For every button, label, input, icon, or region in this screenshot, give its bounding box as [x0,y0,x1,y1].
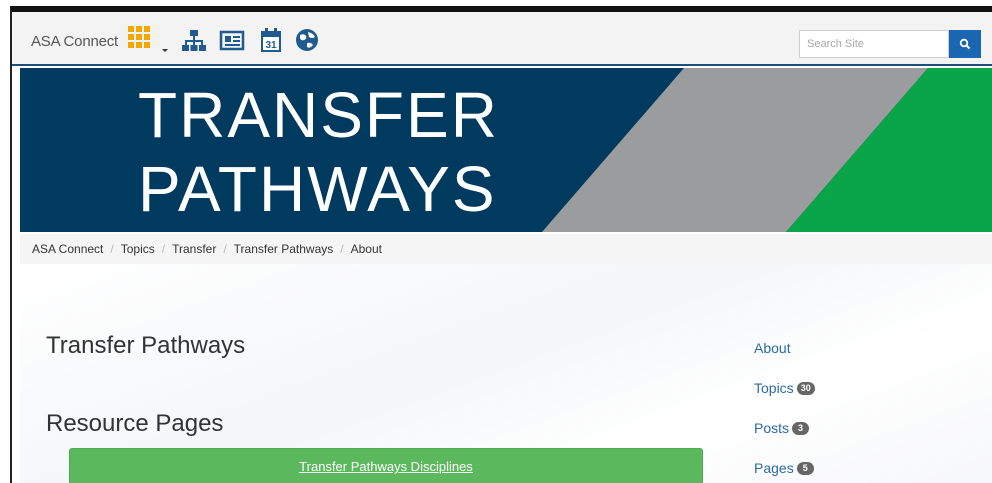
breadcrumb-item-about: About [350,242,382,256]
search-form [799,30,981,58]
transfer-pathways-disciplines-button[interactable]: Transfer Pathways Disciplines [69,448,703,483]
side-nav-item-topics[interactable]: Topics 30 [754,368,954,408]
banner-title-line1: TRANSFER [138,79,499,151]
top-navbar: ASA Connect 31 Search Site [12,12,992,66]
side-nav-label: Posts [754,420,790,436]
svg-text:31: 31 [265,40,277,51]
breadcrumb-item-transfer[interactable]: Transfer [172,242,216,256]
page-title: Transfer Pathways [46,332,246,359]
chevron-down-icon[interactable] [162,49,168,52]
banner-title-line2: PATHWAYS [138,153,497,225]
globe-icon[interactable] [294,26,320,54]
main-content: Transfer Pathways Resource Pages Transfe… [20,264,992,483]
side-nav-label: Topics [754,380,794,396]
apps-grid-icon[interactable] [128,26,160,54]
brand-link[interactable]: ASA Connect [31,33,118,50]
breadcrumb-separator: / [340,242,344,256]
search-icon [959,38,971,50]
section-title-resource-pages: Resource Pages [46,410,224,437]
breadcrumb-item-asa-connect[interactable]: ASA Connect [32,242,103,256]
browser-frame: ASA Connect 31 Search Site TRANSFER PATH… [10,6,992,483]
search-button[interactable] [949,30,981,58]
breadcrumb-item-transfer-pathways[interactable]: Transfer Pathways [234,242,334,256]
side-nav-label: About [754,340,791,356]
breadcrumb-separator: / [223,242,227,256]
calendar-icon[interactable]: 31 [260,26,282,54]
count-badge: 3 [792,421,810,435]
breadcrumb-separator: / [110,242,114,256]
breadcrumb: ASA Connect / Topics / Transfer / Transfer Pat… [20,234,992,264]
count-badge: 30 [796,381,815,395]
side-nav-item-posts[interactable]: Posts 3 [754,408,954,448]
count-badge: 5 [796,461,814,475]
side-nav-item-pages[interactable]: Pages 5 [754,448,954,483]
hero-banner: TRANSFER PATHWAYS [20,68,992,232]
search-input[interactable] [799,30,949,58]
newspaper-icon[interactable] [219,26,245,54]
breadcrumb-separator: / [161,242,166,256]
banner-title: TRANSFER PATHWAYS [138,78,499,226]
sitemap-icon[interactable] [182,26,206,54]
side-nav: About Topics 30 Posts 3 Pages 5 [754,328,954,483]
side-nav-item-about[interactable]: About [754,328,954,368]
side-nav-label: Pages [754,460,794,476]
breadcrumb-item-topics[interactable]: Topics [121,242,155,256]
